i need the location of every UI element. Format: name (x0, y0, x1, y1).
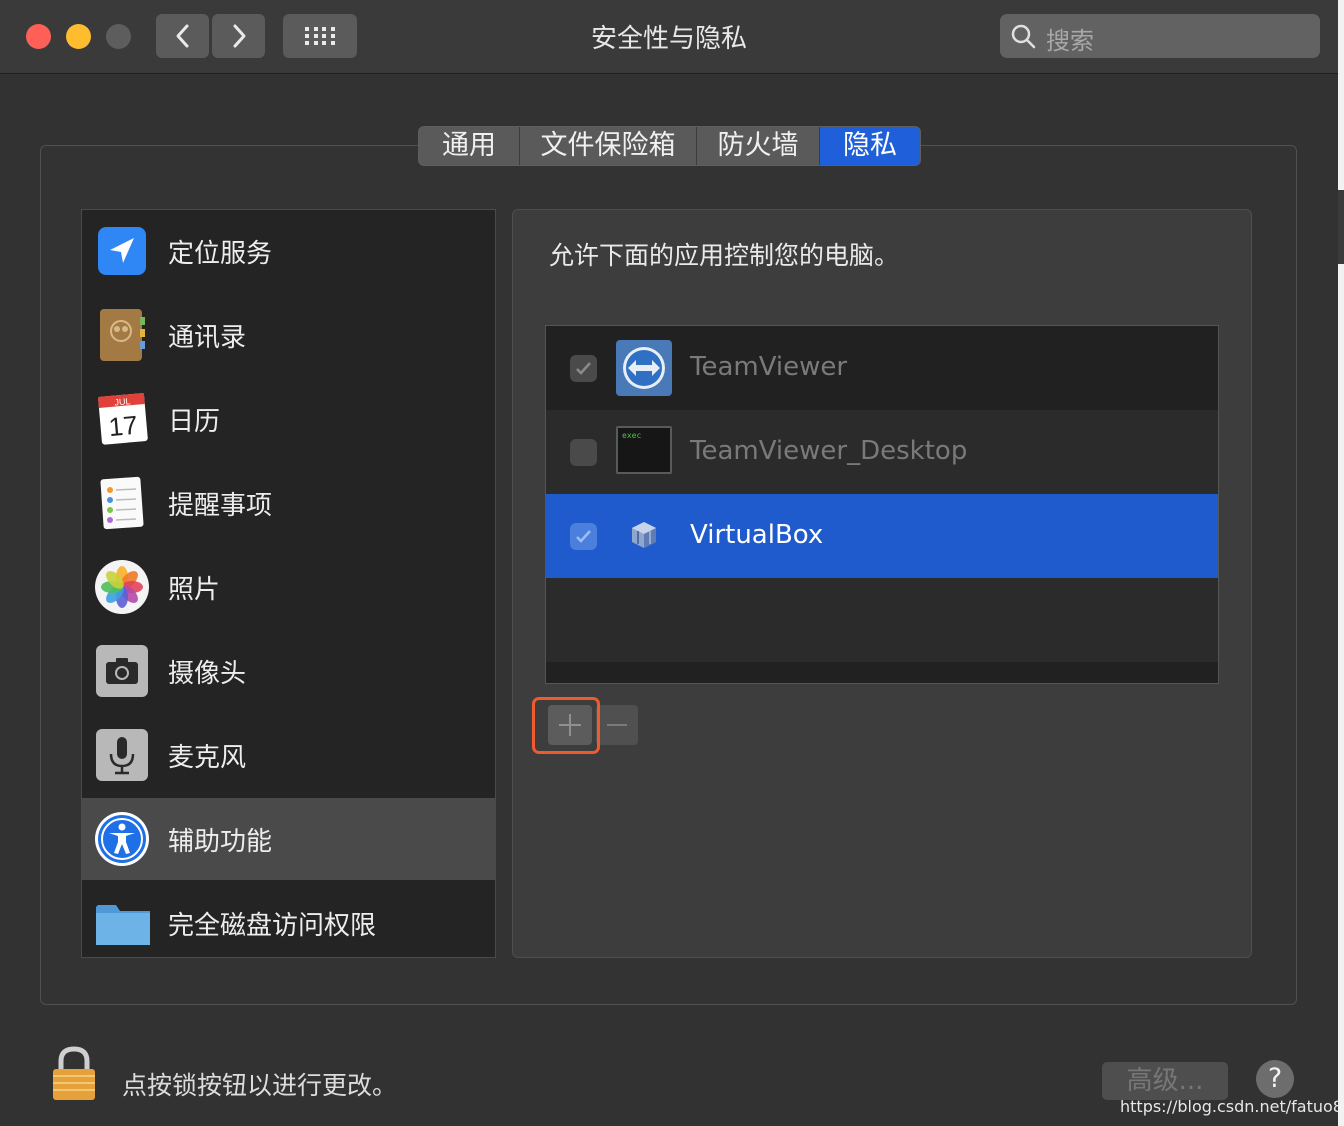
checkmark-icon (576, 530, 591, 543)
sidebar-item-full-disk-access[interactable]: 完全磁盘访问权限 (82, 882, 495, 957)
sidebar-item-label: 摄像头 (168, 658, 247, 689)
sidebar-item-label: 通讯录 (168, 322, 247, 353)
search-field[interactable]: 搜索 (1000, 14, 1320, 58)
app-name: TeamViewer (690, 352, 848, 382)
tab-filevault[interactable]: 文件保险箱 (520, 127, 697, 165)
search-icon (1011, 24, 1036, 49)
app-list: TeamViewer exec TeamViewer_Desktop Virtu… (545, 325, 1219, 684)
sidebar-item-microphone[interactable]: 麦克风 (82, 714, 495, 796)
sidebar-item-location[interactable]: 定位服务 (82, 210, 495, 292)
sidebar-item-label: 定位服务 (168, 238, 273, 269)
location-icon (98, 227, 146, 275)
watermark-text: https://blog.csdn.net/fatuo8371 (1120, 1097, 1344, 1116)
tab-bar: 通用 文件保险箱 防火墙 隐私 (418, 126, 921, 166)
tab-firewall[interactable]: 防火墙 (697, 127, 820, 165)
privacy-category-list: 定位服务 通讯录 JUL 17 日历 提醒事项 照片 摄像头 麦克风 辅助功能 … (81, 209, 496, 958)
help-button[interactable]: ? (1256, 1060, 1294, 1098)
app-checkbox[interactable] (570, 439, 597, 466)
folder-icon (96, 905, 150, 945)
calendar-icon: JUL 17 (97, 392, 148, 445)
reminders-icon (100, 476, 144, 530)
app-checkbox[interactable] (570, 523, 597, 550)
sidebar-item-contacts[interactable]: 通讯录 (82, 294, 495, 376)
app-checkbox[interactable] (570, 355, 597, 382)
contacts-icon (100, 309, 145, 361)
app-row-teamviewer-desktop[interactable]: exec TeamViewer_Desktop (546, 410, 1218, 494)
app-name: TeamViewer_Desktop (690, 436, 968, 466)
preferences-window: 安全性与隐私 搜索 通用 文件保险箱 防火墙 隐私 定位服务 通讯录 JUL 1… (0, 0, 1344, 1126)
background-window-edge (1338, 0, 1344, 1126)
empty-row (546, 662, 1218, 683)
virtualbox-icon (632, 522, 656, 548)
microphone-icon (96, 729, 148, 781)
app-row-teamviewer[interactable]: TeamViewer (546, 326, 1218, 410)
exec-icon: exec (616, 426, 672, 474)
sidebar-item-label: 完全磁盘访问权限 (168, 910, 377, 941)
empty-row (546, 578, 1218, 662)
advanced-button[interactable]: 高级... (1102, 1062, 1228, 1100)
calendar-day: 17 (107, 410, 138, 442)
sidebar-item-reminders[interactable]: 提醒事项 (82, 462, 495, 544)
panel-heading: 允许下面的应用控制您的电脑。 (549, 241, 900, 270)
minus-icon (607, 724, 627, 726)
calendar-month: JUL (114, 396, 131, 407)
lock-hint-text: 点按锁按钮以进行更改。 (122, 1071, 398, 1100)
teamviewer-icon (616, 340, 672, 396)
privacy-detail-panel: 允许下面的应用控制您的电脑。 TeamViewer exec TeamViewe… (512, 209, 1252, 958)
sidebar-item-label: 麦克风 (168, 742, 247, 773)
sidebar-item-camera[interactable]: 摄像头 (82, 630, 495, 712)
sidebar-item-accessibility[interactable]: 辅助功能 (82, 798, 495, 880)
app-row-virtualbox[interactable]: VirtualBox (546, 494, 1218, 578)
camera-icon (96, 645, 148, 697)
tab-privacy[interactable]: 隐私 (820, 127, 920, 165)
photos-icon (95, 560, 149, 614)
sidebar-item-label: 照片 (168, 574, 221, 605)
accessibility-icon (95, 812, 149, 866)
sidebar-item-photos[interactable]: 照片 (82, 546, 495, 628)
title-bar: 安全性与隐私 搜索 (0, 0, 1338, 74)
sidebar-item-label: 提醒事项 (168, 490, 273, 521)
lock-icon[interactable] (50, 1046, 98, 1102)
highlight-box (532, 697, 600, 754)
tab-general[interactable]: 通用 (419, 127, 520, 165)
sidebar-item-label: 辅助功能 (168, 826, 273, 857)
sidebar-item-label: 日历 (168, 406, 221, 437)
checkmark-icon (576, 362, 591, 375)
search-placeholder: 搜索 (1046, 27, 1094, 55)
app-name: VirtualBox (690, 520, 824, 550)
exec-label: exec (622, 431, 641, 440)
remove-app-button[interactable] (596, 705, 638, 745)
sidebar-item-calendar[interactable]: JUL 17 日历 (82, 378, 495, 460)
